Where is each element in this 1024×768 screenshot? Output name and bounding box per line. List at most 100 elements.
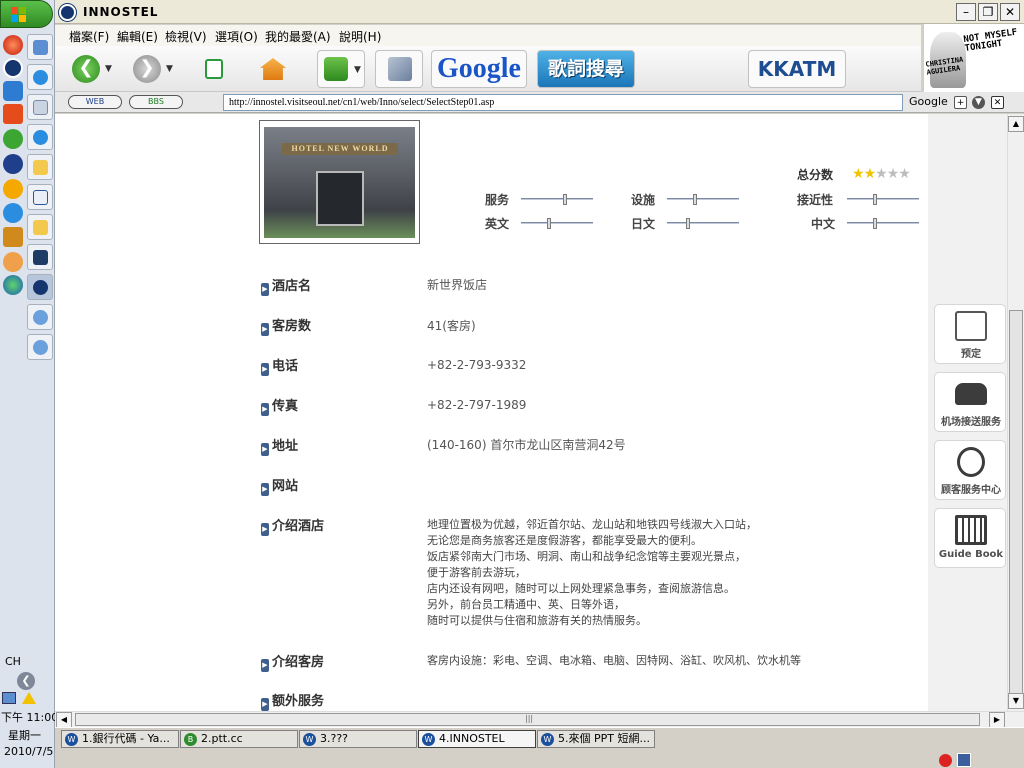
slider-track xyxy=(847,222,919,224)
vertical-scrollbar[interactable]: ▲ ▼ xyxy=(1007,114,1024,711)
bullet-arrow-icon: ▶ xyxy=(261,323,269,336)
slider-knob xyxy=(873,218,877,229)
maximize-button[interactable]: ❐ xyxy=(978,3,998,21)
rating-slider-service xyxy=(521,194,593,205)
airport-shuttle-button[interactable]: 机场接送服务 xyxy=(934,372,1006,432)
menu-edit[interactable]: 編輯(E) xyxy=(117,28,158,45)
web-toggle[interactable]: WEB xyxy=(68,95,122,109)
quicklaunch-innostel-icon[interactable] xyxy=(3,58,23,78)
kkatm-button[interactable]: KKATM xyxy=(748,50,846,88)
slider-knob xyxy=(873,194,877,205)
taskbar-task[interactable]: W 1.銀行代碼 - Ya... xyxy=(61,730,179,748)
taskbar-task-active[interactable]: W 4.INNOSTEL xyxy=(418,730,536,748)
taskbar-ie-icon[interactable] xyxy=(27,64,53,90)
google-button[interactable]: Google xyxy=(431,50,527,88)
taskbar-task[interactable]: W 5.來個 PPT 短網... xyxy=(537,730,655,748)
collapse-arrow-icon[interactable]: ❮ xyxy=(17,672,35,690)
forward-button[interactable]: ❯ xyxy=(133,55,161,83)
plugin-button[interactable] xyxy=(375,50,423,88)
taskbar-network-icon[interactable] xyxy=(27,304,53,330)
rating-label-facilities: 设施 xyxy=(631,193,656,207)
rating-label-japanese: 日文 xyxy=(631,217,656,231)
home-button[interactable] xyxy=(253,50,293,88)
quicklaunch-green-icon[interactable] xyxy=(3,129,23,149)
reservation-button[interactable]: 预定 xyxy=(934,304,1006,364)
tray-app-icon[interactable] xyxy=(957,753,971,767)
rating-label-access: 接近性 xyxy=(797,193,834,207)
favorites-box-icon xyxy=(324,57,348,81)
close-button[interactable]: ✕ xyxy=(1000,3,1020,21)
language-indicator[interactable]: CH xyxy=(5,655,21,668)
airport-shuttle-label: 机场接送服务 xyxy=(941,417,1001,428)
quicklaunch-antivirus-icon[interactable] xyxy=(3,104,23,124)
refresh-button[interactable] xyxy=(195,50,235,88)
hotel-intro-line: 随时可以提供与住宿和旅游有关的热情服务。 xyxy=(427,614,647,627)
taskbar-task[interactable]: B 2.ptt.cc xyxy=(180,730,298,748)
menu-file[interactable]: 檔案(F) xyxy=(69,28,109,45)
clock-time[interactable]: 下午 11:00 xyxy=(1,709,58,725)
website-label: ▶ 网站 xyxy=(261,479,299,496)
taskbar-folder-icon[interactable] xyxy=(27,154,53,180)
quicklaunch-blue-icon[interactable] xyxy=(3,81,23,101)
back-button[interactable]: ❮ xyxy=(72,55,100,83)
quicklaunch-red-icon[interactable] xyxy=(3,35,23,55)
taskbar-network2-icon[interactable] xyxy=(27,334,53,360)
quicklaunch-ie-icon[interactable] xyxy=(3,203,23,223)
taskbar-photoshop-icon[interactable] xyxy=(27,244,53,270)
new-tab-icon[interactable]: + xyxy=(954,96,967,109)
title-bar[interactable]: INNOSTEL – ❐ ✕ xyxy=(55,0,1024,24)
quicklaunch-face-icon[interactable] xyxy=(3,252,23,272)
menu-favorites[interactable]: 我的最愛(A) xyxy=(265,28,331,45)
taskbar-users-icon[interactable] xyxy=(27,34,53,60)
url-input[interactable]: http://innostel.visitseoul.net/cn1/web/I… xyxy=(223,94,903,111)
page-content: HOTEL NEW WORLD 总分数 ★★★★★ 服务 设施 接近性 英文 日… xyxy=(55,114,1007,711)
tray-block-icon[interactable] xyxy=(939,754,952,767)
ad-banner[interactable]: NOT MYSELF TONIGHT CHRISTINA AGUILERA xyxy=(923,24,1024,94)
lyrics-search-button[interactable]: 歌詞搜尋 xyxy=(537,50,635,88)
taskbar-document-icon[interactable] xyxy=(27,94,53,120)
fax-value: +82-2-797-1989 xyxy=(427,398,527,412)
rating-slider-access xyxy=(847,194,919,205)
bbs-toggle[interactable]: BBS xyxy=(129,95,183,109)
favorites-dropdown-icon[interactable]: ▼ xyxy=(354,65,361,75)
start-button[interactable] xyxy=(0,0,53,28)
favorites-button[interactable]: ▼ xyxy=(317,50,365,88)
scroll-down-icon[interactable]: ▼ xyxy=(1008,693,1024,709)
bullet-arrow-icon: ▶ xyxy=(261,659,269,672)
scroll-right-icon[interactable]: ▶ xyxy=(989,712,1005,728)
scroll-left-icon[interactable]: ◀ xyxy=(56,712,72,728)
vertical-scroll-thumb[interactable] xyxy=(1009,310,1023,696)
star-rating: ★★★★★ xyxy=(852,166,911,182)
search-engine-label[interactable]: Google xyxy=(909,95,948,108)
taskbar-innostel-icon[interactable] xyxy=(27,274,53,300)
home-icon xyxy=(260,58,286,80)
menu-view[interactable]: 檢視(V) xyxy=(165,28,207,45)
taskbar-task[interactable]: W 3.??? xyxy=(299,730,417,748)
minimize-button[interactable]: – xyxy=(956,3,976,21)
network-tray-icon[interactable] xyxy=(2,692,16,704)
quicklaunch-messenger-icon[interactable] xyxy=(3,179,23,199)
forward-dropdown-icon[interactable]: ▼ xyxy=(166,64,173,74)
menu-help[interactable]: 說明(H) xyxy=(339,28,381,45)
quicklaunch-media-icon[interactable] xyxy=(3,154,23,174)
menu-options[interactable]: 選項(O) xyxy=(215,28,258,45)
slider-knob xyxy=(547,218,551,229)
horizontal-scrollbar[interactable]: ◀ ||| ▶ xyxy=(55,711,1024,728)
quicklaunch-tool-icon[interactable] xyxy=(3,227,23,247)
close-tab-icon[interactable]: ✕ xyxy=(991,96,1004,109)
guide-book-button[interactable]: Guide Book xyxy=(934,508,1006,568)
quicklaunch-globe-icon[interactable] xyxy=(3,275,23,295)
customer-service-button[interactable]: 顾客服务中心 xyxy=(934,440,1006,500)
star-icon: ★ xyxy=(875,166,888,182)
taskbar-word-icon[interactable] xyxy=(27,184,53,210)
book-icon xyxy=(955,515,987,545)
browser-icon: W xyxy=(65,733,78,746)
taskbar-folder2-icon[interactable] xyxy=(27,214,53,240)
star-icon: ★ xyxy=(886,166,900,182)
taskbar-ie2-icon[interactable] xyxy=(27,124,53,150)
warning-tray-icon[interactable] xyxy=(22,692,36,704)
back-dropdown-icon[interactable]: ▼ xyxy=(105,64,112,74)
dropdown-icon[interactable]: ▼ xyxy=(972,96,985,109)
scroll-up-icon[interactable]: ▲ xyxy=(1008,116,1024,132)
star-icon: ★ xyxy=(863,166,877,182)
